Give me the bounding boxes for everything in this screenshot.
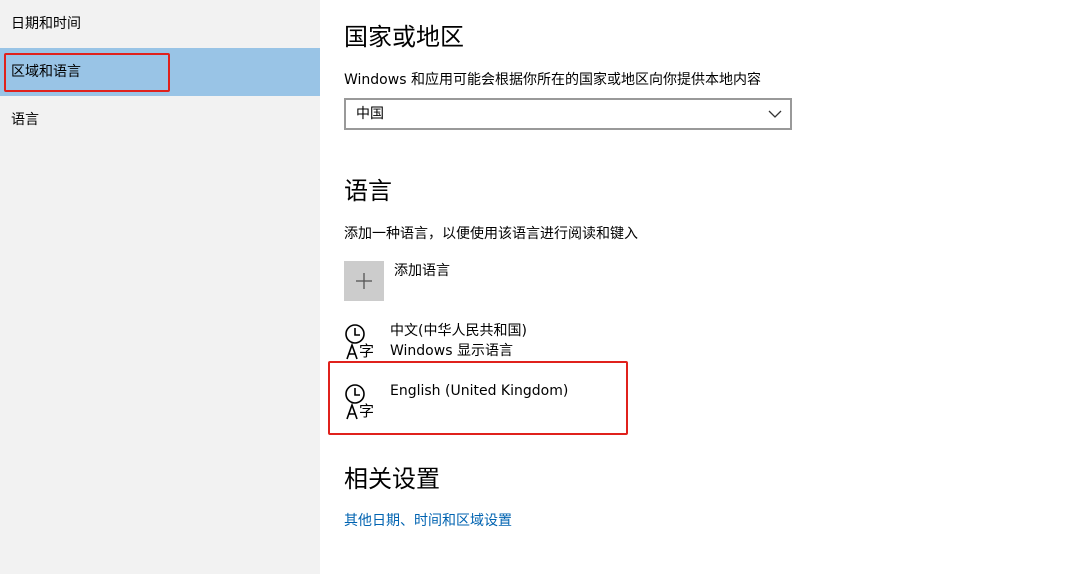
add-language-button[interactable] (344, 261, 384, 301)
language-name: 中文(中华人民共和国) (390, 323, 527, 339)
sidebar-item-region-language[interactable]: 区域和语言 (0, 48, 320, 96)
svg-text:字: 字 (359, 342, 374, 360)
additional-date-time-region-link[interactable]: 其他日期、时间和区域设置 (344, 511, 512, 531)
language-item-english-uk[interactable]: 字 English (United Kingdom) (344, 381, 644, 429)
sidebar: 日期和时间 区域和语言 语言 (0, 0, 320, 574)
language-description: 添加一种语言，以便使用该语言进行阅读和键入 (344, 226, 638, 242)
language-name: English (United Kingdom) (390, 383, 569, 399)
main-content: 国家或地区 Windows 和应用可能会根据你所在的国家或地区向你提供本地内容 … (320, 0, 1077, 574)
language-subtitle: Windows 显示语言 (390, 343, 513, 359)
region-heading: 国家或地区 (344, 23, 464, 51)
region-description: Windows 和应用可能会根据你所在的国家或地区向你提供本地内容 (344, 72, 761, 88)
language-icon: 字 (345, 384, 374, 420)
country-region-value: 中国 (356, 106, 384, 122)
related-settings-heading: 相关设置 (344, 465, 440, 493)
plus-icon (356, 273, 372, 289)
sidebar-item-date-time[interactable]: 日期和时间 (0, 0, 320, 48)
language-heading: 语言 (344, 177, 392, 205)
sidebar-item-language[interactable]: 语言 (0, 96, 320, 144)
language-item-chinese[interactable]: 字 中文(中华人民共和国) Windows 显示语言 (344, 321, 644, 369)
sidebar-item-label: 日期和时间 (11, 16, 81, 32)
svg-text:字: 字 (359, 402, 374, 420)
sidebar-item-label: 区域和语言 (11, 64, 81, 80)
country-region-select[interactable]: 中国 (344, 98, 792, 130)
add-language-label[interactable]: 添加语言 (394, 261, 450, 281)
sidebar-item-label: 语言 (11, 112, 39, 128)
chevron-down-icon (768, 110, 782, 118)
language-icon: 字 (345, 324, 374, 360)
